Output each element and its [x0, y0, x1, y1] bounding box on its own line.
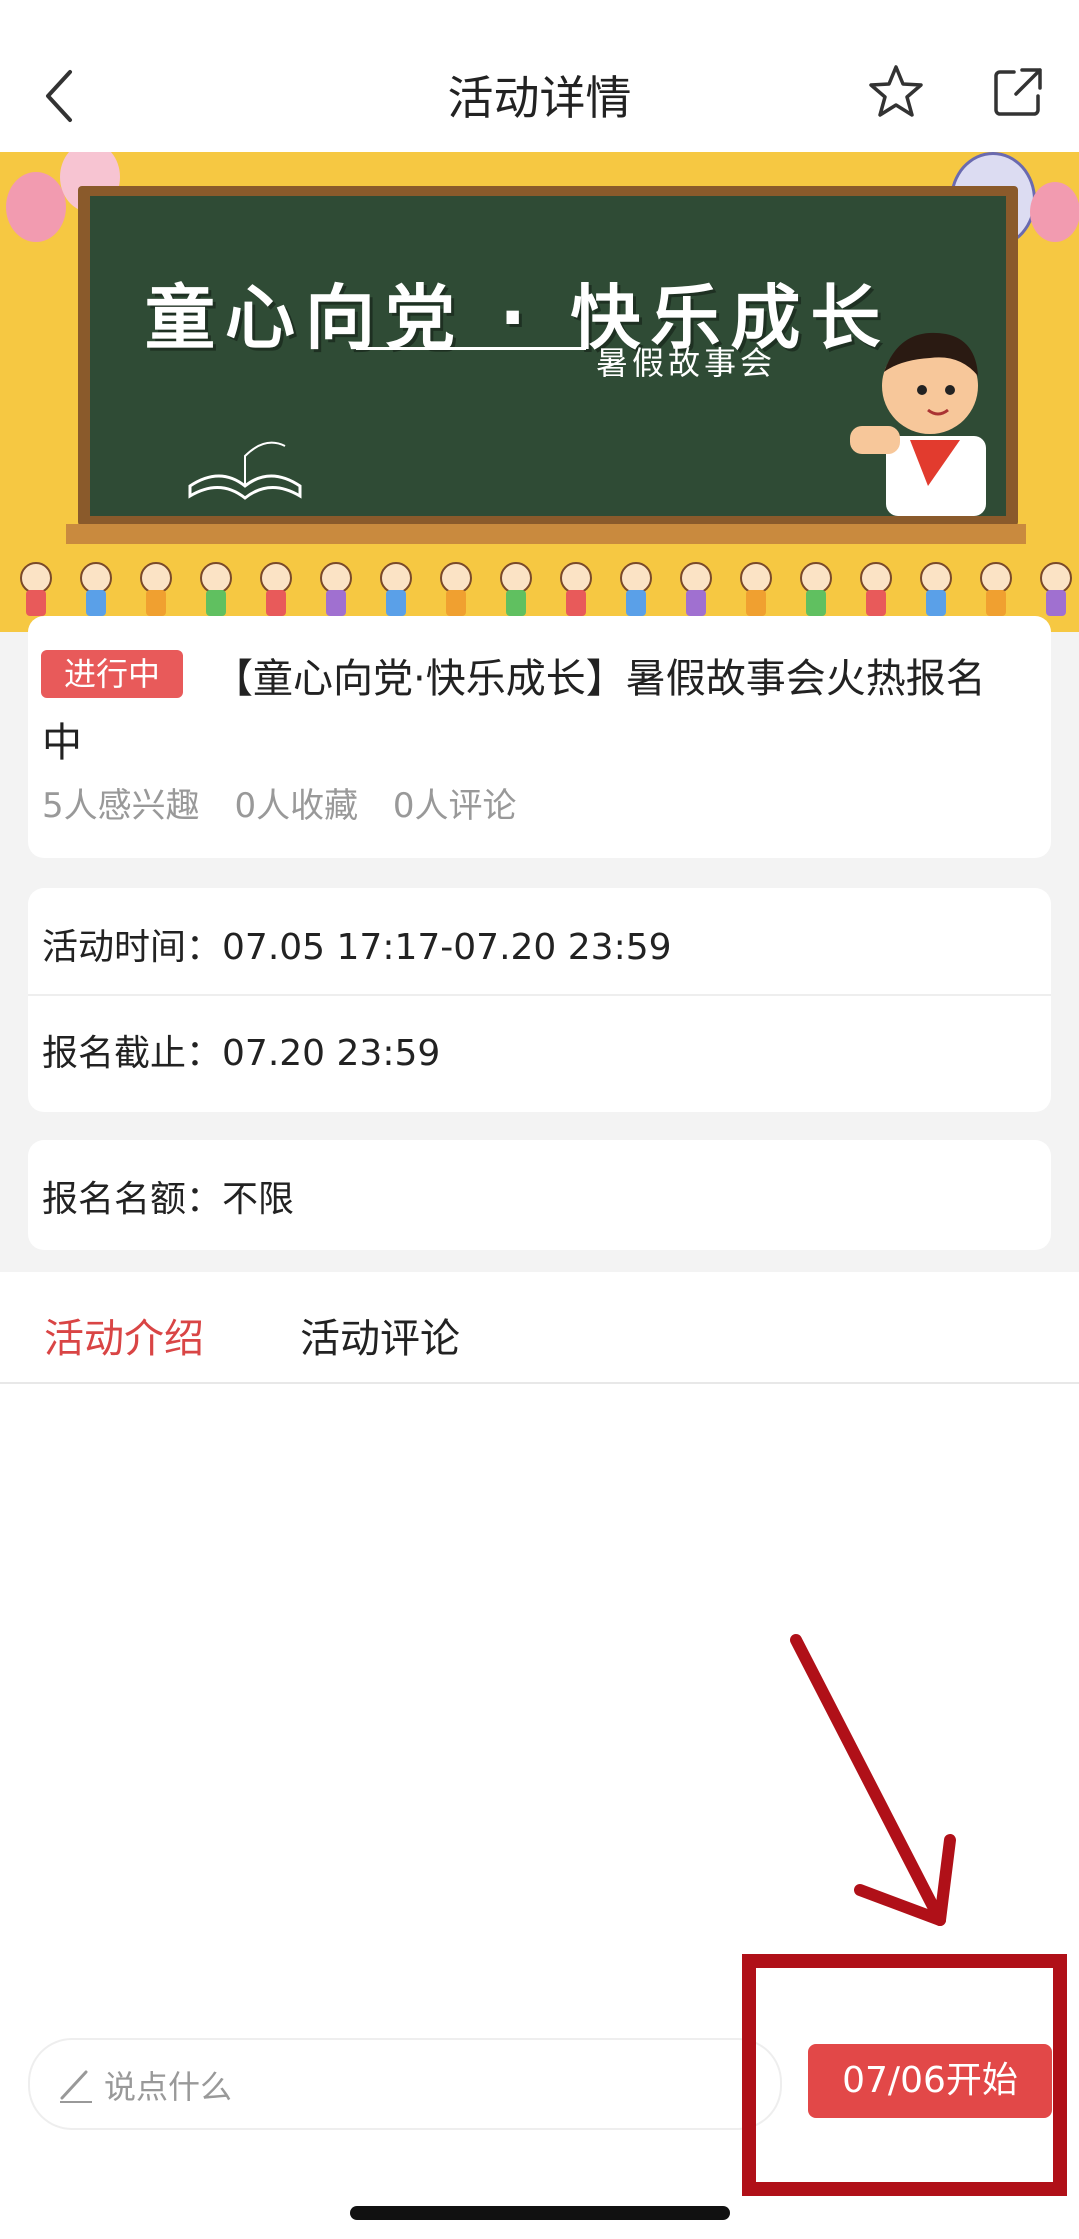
detail-tabs: 活动介绍 活动评论	[0, 1272, 1079, 1384]
highlight-annotation-box	[742, 1954, 1067, 2196]
activity-stats: 5人感兴趣 0人收藏 0人评论	[42, 778, 541, 827]
navigation-bar: 活动详情	[0, 0, 1079, 152]
pencil-icon	[60, 2070, 92, 2103]
favorites-count: 0人收藏	[234, 786, 359, 826]
banner-subtitle: 暑假故事会	[596, 344, 777, 382]
tab-activity-comments[interactable]: 活动评论	[300, 1306, 460, 1364]
deadline-label: 报名截止：	[42, 1033, 223, 1074]
star-icon[interactable]	[866, 62, 926, 122]
quota-label: 报名名额：	[42, 1179, 223, 1220]
chalkboard-ledge	[66, 524, 1026, 544]
activity-time-value: 07.05 17:17-07.20 23:59	[222, 927, 672, 968]
tab-activity-intro[interactable]: 活动介绍	[44, 1306, 204, 1364]
interested-count: 5人感兴趣	[42, 786, 200, 826]
banner-underline	[356, 347, 586, 350]
activity-banner: 童心向党 · 快乐成长 暑假故事会	[0, 152, 1079, 632]
home-indicator	[350, 2206, 730, 2220]
balloon-decoration	[1030, 182, 1079, 242]
quota-row: 报名名额：不限	[42, 1170, 294, 1222]
deadline-row: 报名截止：07.20 23:59	[42, 1024, 440, 1076]
annotation-arrow	[790, 1634, 956, 1926]
activity-title: 【童心向党·快乐成长】暑假故事会火热报名	[213, 656, 986, 702]
balloon-decoration	[6, 172, 66, 242]
book-illustration	[188, 441, 302, 500]
activity-title-card: 进行中 【童心向党·快乐成长】暑假故事会火热报名 中 5人感兴趣 0人收藏 0人…	[28, 616, 1051, 858]
comment-input[interactable]: 说点什么	[28, 2038, 782, 2130]
activity-title-continued: 中	[42, 720, 82, 766]
quota-card: 报名名额：不限	[28, 1140, 1051, 1250]
comment-placeholder: 说点什么	[104, 2068, 233, 2106]
activity-time-card: 活动时间：07.05 17:17-07.20 23:59 报名截止：07.20 …	[28, 888, 1051, 1112]
status-badge: 进行中	[41, 650, 183, 698]
quota-value: 不限	[222, 1179, 295, 1220]
comments-count: 0人评论	[392, 786, 517, 826]
activity-time-label: 活动时间：	[42, 927, 223, 968]
share-icon[interactable]	[992, 66, 1044, 118]
divider	[28, 994, 1051, 996]
deadline-value: 07.20 23:59	[222, 1033, 441, 1074]
activity-time-row: 活动时间：07.05 17:17-07.20 23:59	[42, 918, 672, 970]
